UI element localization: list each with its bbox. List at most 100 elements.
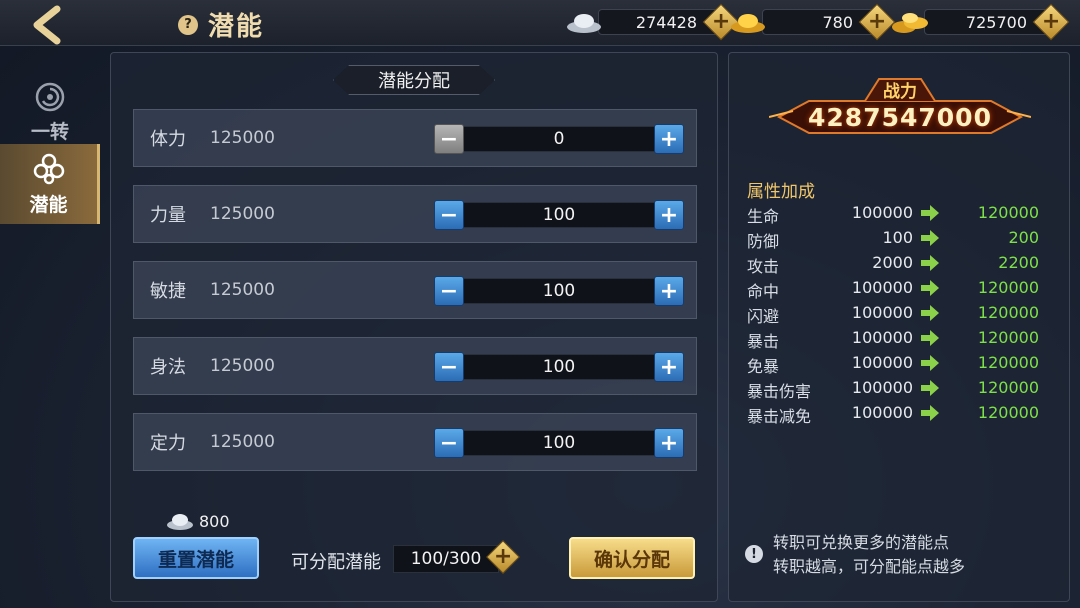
arrow-right-icon: [921, 205, 939, 221]
attribute-name: 攻击: [747, 257, 780, 276]
attribute-old-value: 2000: [872, 253, 913, 272]
currency-silver: 274428 +: [564, 3, 740, 41]
attribute-new-value: 120000: [977, 303, 1039, 322]
attribute-row: 攻击 2000 2200: [747, 253, 1047, 277]
arrow-right-icon: [921, 305, 939, 321]
reset-potential-button[interactable]: 重置潜能: [133, 537, 259, 579]
tip-line: 转职可兑换更多的潜能点: [773, 533, 950, 552]
stat-name: 定力: [150, 433, 186, 454]
potential-row: 身法 125000 100 − +: [133, 337, 697, 395]
chevron-left-icon: [33, 5, 61, 45]
allocation-stepper: 100 − +: [434, 352, 684, 382]
attribute-new-value: 120000: [977, 203, 1039, 222]
attribute-name: 防御: [747, 232, 780, 251]
attribute-old-value: 100000: [851, 353, 913, 372]
allocation-stepper: 0 − +: [434, 124, 684, 154]
allocation-input[interactable]: 100: [456, 278, 662, 304]
stat-value: 125000: [210, 280, 275, 300]
potential-row: 力量 125000 100 − +: [133, 185, 697, 243]
attribute-row: 闪避 100000 120000: [747, 303, 1047, 327]
allocation-input[interactable]: 0: [456, 126, 662, 152]
currency-gold-stack: 725700 +: [890, 3, 1070, 41]
potential-panel: 潜能分配 体力 125000 0 − + 力量 125000 100 − + 敏…: [110, 52, 718, 602]
confirm-allocation-button[interactable]: 确认分配: [569, 537, 695, 579]
sidebar-item-label: 一转: [30, 120, 69, 143]
attribute-row: 命中 100000 120000: [747, 278, 1047, 302]
attribute-row: 暴击减免 100000 120000: [747, 403, 1047, 427]
plus-icon: +: [486, 540, 520, 574]
attribute-old-value: 100000: [851, 328, 913, 347]
attributes-panel: 战力 4287547000 属性加成 生命 100000 120000 防御 1…: [728, 52, 1070, 602]
tip-line: 转职越高，可分配能点越多: [773, 557, 966, 576]
attributes-title: 属性加成: [747, 182, 815, 202]
attribute-row: 免暴 100000 120000: [747, 353, 1047, 377]
gold-stack-icon: [892, 13, 928, 33]
allocation-input[interactable]: 100: [456, 430, 662, 456]
power-emblem: 战力 4287547000: [769, 71, 1031, 143]
attribute-name: 生命: [747, 207, 780, 226]
increase-button[interactable]: +: [654, 352, 684, 382]
stat-name: 身法: [150, 357, 186, 378]
attribute-old-value: 100: [882, 228, 913, 247]
increase-button[interactable]: +: [654, 124, 684, 154]
allocation-stepper: 100 − +: [434, 276, 684, 306]
sidebar-item-potential[interactable]: 潜能: [0, 144, 100, 224]
stat-value: 125000: [210, 356, 275, 376]
stat-value: 125000: [210, 128, 275, 148]
add-potential-button[interactable]: +: [486, 540, 520, 574]
increase-button[interactable]: +: [654, 200, 684, 230]
attribute-old-value: 100000: [851, 278, 913, 297]
swirl-icon: [35, 82, 65, 111]
attribute-new-value: 120000: [977, 353, 1039, 372]
arrow-right-icon: [921, 230, 939, 246]
page-title: 潜能: [208, 12, 265, 42]
attribute-name: 闪避: [747, 307, 780, 326]
attribute-new-value: 2200: [998, 253, 1039, 272]
allocation-stepper: 100 − +: [434, 200, 684, 230]
decrease-button[interactable]: −: [434, 200, 464, 230]
back-button[interactable]: [10, 4, 86, 46]
stat-value: 125000: [210, 432, 275, 452]
increase-button[interactable]: +: [654, 276, 684, 306]
section-title: 潜能分配: [333, 65, 495, 95]
attribute-name: 暴击减免: [747, 407, 812, 426]
attribute-new-value: 120000: [977, 278, 1039, 297]
attribute-name: 免暴: [747, 357, 780, 376]
silver-ingot-icon: [567, 14, 601, 33]
attribute-name: 暴击: [747, 332, 780, 351]
available-potential-label: 可分配潜能: [291, 552, 381, 573]
arrow-right-icon: [921, 280, 939, 296]
decrease-button[interactable]: −: [434, 276, 464, 306]
tip-text: 转职可兑换更多的潜能点 转职越高，可分配能点越多: [773, 531, 1053, 579]
attribute-name: 暴击伤害: [747, 382, 812, 401]
attribute-row: 暴击 100000 120000: [747, 328, 1047, 352]
attribute-old-value: 100000: [851, 203, 913, 222]
decrease-button[interactable]: −: [434, 428, 464, 458]
potential-row: 敏捷 125000 100 − +: [133, 261, 697, 319]
decrease-button[interactable]: −: [434, 124, 464, 154]
sidebar-item-transfer[interactable]: 一转: [0, 72, 100, 152]
sidebar-item-label: 潜能: [29, 193, 68, 216]
stat-name: 力量: [150, 205, 186, 226]
arrow-right-icon: [921, 405, 939, 421]
attribute-new-value: 200: [1008, 228, 1039, 247]
allocation-input[interactable]: 100: [456, 354, 662, 380]
decrease-button[interactable]: −: [434, 352, 464, 382]
available-potential-value: 100/300: [393, 545, 499, 573]
top-bar: ? 潜能 274428 + 780 + 725700 +: [0, 0, 1080, 46]
attribute-old-value: 100000: [851, 378, 913, 397]
attribute-old-value: 100000: [851, 303, 913, 322]
stat-value: 125000: [210, 204, 275, 224]
power-value: 4287547000: [808, 103, 992, 132]
potential-row: 体力 125000 0 − +: [133, 109, 697, 167]
help-icon[interactable]: ?: [178, 14, 198, 35]
attribute-old-value: 100000: [851, 403, 913, 422]
attribute-row: 生命 100000 120000: [747, 203, 1047, 227]
arrow-right-icon: [921, 355, 939, 371]
gold-ingot-icon: [731, 14, 765, 33]
arrow-right-icon: [921, 380, 939, 396]
attribute-row: 防御 100 200: [747, 228, 1047, 252]
stat-name: 体力: [150, 129, 186, 150]
increase-button[interactable]: +: [654, 428, 684, 458]
allocation-input[interactable]: 100: [456, 202, 662, 228]
